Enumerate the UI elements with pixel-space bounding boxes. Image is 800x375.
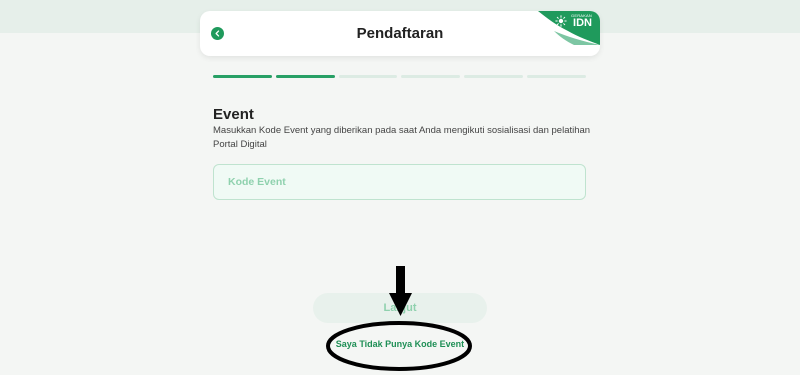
sun-logo-icon [555, 15, 567, 27]
progress-step [213, 75, 272, 78]
no-event-code-link[interactable]: Saya Tidak Punya Kode Event [330, 339, 470, 349]
progress-step [275, 75, 335, 78]
brand-logo: GERAKAN IDN [534, 11, 600, 45]
progress-step [527, 75, 586, 78]
header-card: Pendaftaran GERAKAN IDN [200, 11, 600, 56]
brand-big-text: IDN [573, 17, 592, 29]
section-description: Masukkan Kode Event yang diberikan pada … [213, 125, 591, 150]
progress-step [401, 75, 461, 78]
progress-step [464, 75, 524, 78]
brand-text: GERAKAN IDN [571, 14, 592, 29]
progress-step [338, 75, 398, 78]
next-button[interactable]: Lanjut [313, 293, 487, 323]
event-code-input[interactable] [213, 164, 586, 200]
progress-steps [213, 75, 586, 78]
section-title: Event [213, 106, 254, 123]
